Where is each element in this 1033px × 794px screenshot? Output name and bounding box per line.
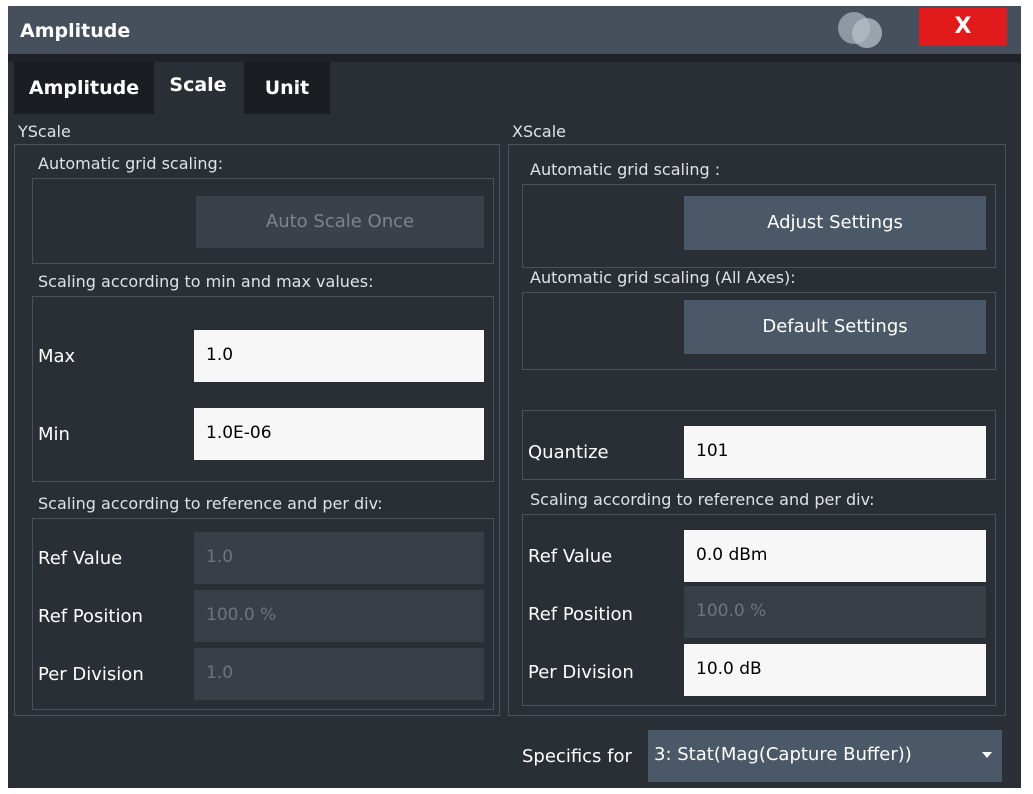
logo-icon (838, 12, 886, 48)
tab-scale[interactable]: Scale (158, 62, 238, 114)
specifics-dropdown[interactable]: 3: Stat(Mag(Capture Buffer)) (648, 730, 1002, 782)
xscale-group-label: XScale (512, 122, 567, 141)
y-per-division-input[interactable]: 1.0 (194, 648, 484, 700)
min-label: Min (38, 424, 70, 445)
quantize-label: Quantize (528, 442, 609, 463)
x-per-division-label: Per Division (528, 662, 634, 683)
tab-amplitude[interactable]: Amplitude (14, 62, 154, 114)
tab-unit[interactable]: Unit (244, 62, 330, 114)
close-button[interactable]: X (919, 8, 1007, 46)
dialog-title: Amplitude (20, 20, 131, 42)
min-input[interactable]: 1.0E-06 (194, 408, 484, 460)
y-per-division-label: Per Division (38, 664, 144, 685)
yscale-group-label: YScale (18, 122, 71, 141)
x-per-division-input[interactable]: 10.0 dB (684, 644, 986, 696)
x-ref-position-input[interactable]: 100.0 % (684, 586, 986, 638)
y-ref-position-label: Ref Position (38, 606, 143, 627)
x-ref-value-label: Ref Value (528, 546, 613, 567)
max-input[interactable]: 1.0 (194, 330, 484, 382)
max-label: Max (38, 346, 76, 367)
tab-bar: Amplitude Scale Unit (8, 62, 1021, 114)
scale-panel: YScale Automatic grid scaling: Auto Scal… (8, 114, 1021, 788)
specifics-label: Specifics for (522, 746, 632, 767)
default-settings-button[interactable]: Default Settings (684, 300, 986, 354)
quantize-input[interactable]: 101 (684, 426, 986, 478)
specifics-selected: 3: Stat(Mag(Capture Buffer)) (654, 744, 912, 765)
x-ref-position-label: Ref Position (528, 604, 633, 625)
x-auto-grid-all-label: Automatic grid scaling (All Axes): (530, 268, 796, 287)
x-ref-value-input[interactable]: 0.0 dBm (684, 530, 986, 582)
chevron-down-icon (982, 752, 992, 758)
amplitude-dialog: Amplitude X Amplitude Scale Unit YScale … (8, 6, 1021, 788)
title-bar: Amplitude X (8, 6, 1021, 54)
x-auto-grid-label: Automatic grid scaling : (530, 160, 721, 179)
y-ref-div-label: Scaling according to reference and per d… (38, 494, 383, 513)
adjust-settings-button[interactable]: Adjust Settings (684, 196, 986, 250)
y-minmax-label: Scaling according to min and max values: (38, 272, 374, 291)
auto-scale-once-button[interactable]: Auto Scale Once (196, 196, 484, 248)
x-ref-div-label: Scaling according to reference and per d… (530, 490, 875, 509)
y-auto-grid-label: Automatic grid scaling: (38, 154, 224, 173)
y-ref-value-label: Ref Value (38, 548, 123, 569)
y-ref-position-input[interactable]: 100.0 % (194, 590, 484, 642)
y-ref-value-input[interactable]: 1.0 (194, 532, 484, 584)
